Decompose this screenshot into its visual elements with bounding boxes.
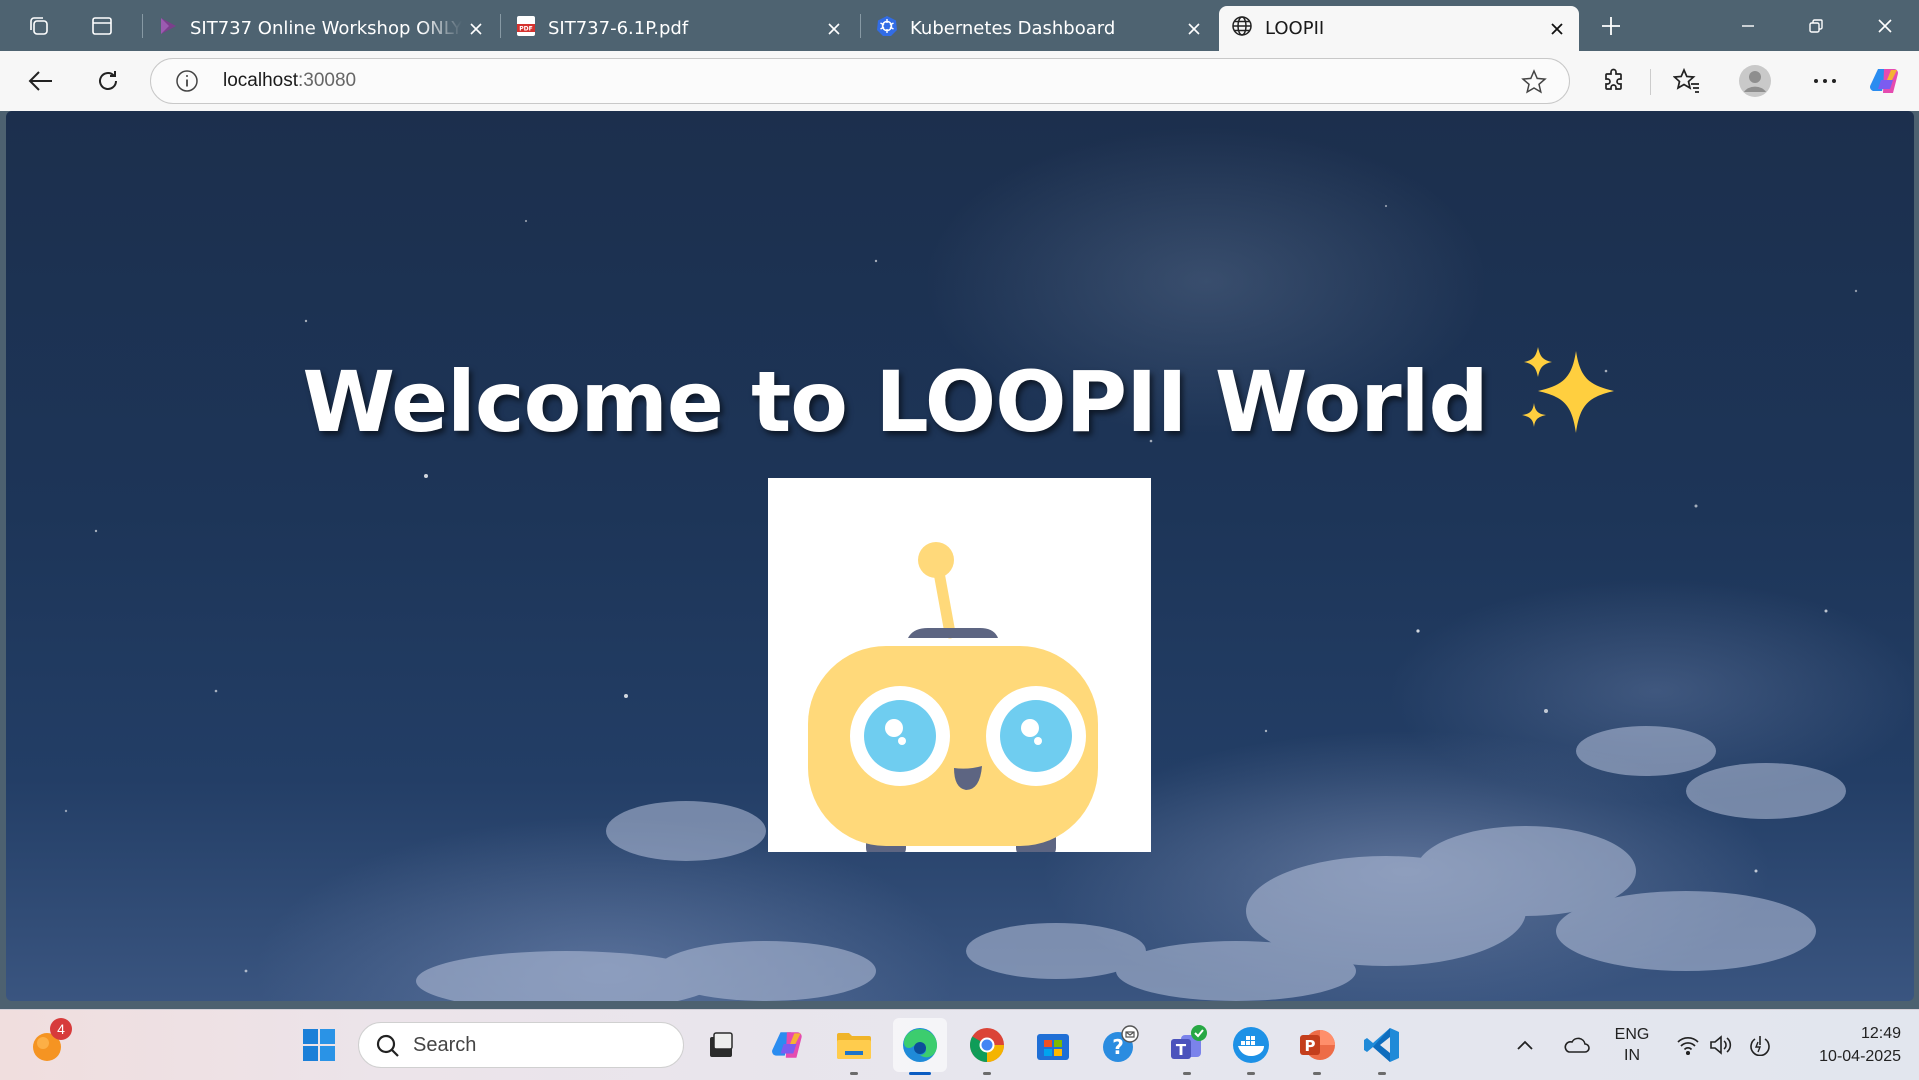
robot-mascot-icon	[808, 542, 1098, 852]
video-icon	[158, 16, 178, 41]
tab-sit737-workshop[interactable]: SIT737 Online Workshop ONLY fo	[146, 6, 498, 51]
url-host: localhost	[223, 70, 298, 91]
running-indicator	[1247, 1072, 1255, 1075]
docker-icon[interactable]	[1230, 1024, 1272, 1075]
volume-icon[interactable]	[1700, 1024, 1740, 1066]
svg-text:T: T	[1176, 1041, 1187, 1059]
mascot-image	[768, 478, 1151, 852]
svg-text:?: ?	[1112, 1035, 1124, 1059]
tab-title: SIT737-6.1P.pdf	[548, 18, 689, 39]
extensions-icon[interactable]	[1594, 61, 1634, 101]
edge-browser-icon[interactable]	[899, 1024, 941, 1075]
svg-text:P: P	[1305, 1037, 1316, 1055]
url-text: localhost:30080	[223, 70, 356, 92]
clock[interactable]: 12:49 10-04-2025	[1795, 1022, 1901, 1068]
browser-tab-bar: SIT737 Online Workshop ONLY fo PDF SIT73…	[0, 0, 1919, 51]
minimize-button[interactable]	[1714, 0, 1782, 51]
running-indicator	[850, 1072, 858, 1075]
tab-title: LOOPII	[1265, 18, 1325, 39]
svg-text:PDF: PDF	[519, 26, 532, 33]
page-viewport: Welcome to LOOPII World	[6, 111, 1914, 1001]
tab-kubernetes-dashboard[interactable]: Kubernetes Dashboard	[864, 6, 1216, 51]
site-info-icon[interactable]	[175, 69, 199, 97]
tab-loopii[interactable]: LOOPII	[1219, 6, 1579, 51]
language-code: ENG	[1614, 1026, 1650, 1043]
powerpoint-icon[interactable]: P	[1296, 1024, 1338, 1075]
address-bar[interactable]: localhost:30080	[150, 58, 1570, 104]
kubernetes-icon	[876, 15, 898, 42]
vertical-tabs-icon[interactable]	[76, 0, 127, 51]
browser-toolbar: localhost:30080	[0, 51, 1919, 111]
region-code: IN	[1624, 1047, 1640, 1064]
active-indicator	[909, 1072, 931, 1075]
sparkles-icon	[1518, 347, 1618, 457]
running-indicator	[1378, 1072, 1386, 1075]
tab-title: SIT737 Online Workshop ONLY fo	[190, 18, 462, 39]
restore-button[interactable]	[1782, 0, 1850, 51]
microsoft-store-icon[interactable]	[1032, 1024, 1074, 1066]
windows-taskbar: 4 Search ? T P ENG IN 12:49 10-04-2025	[0, 1009, 1919, 1080]
close-icon[interactable]	[1543, 15, 1571, 43]
close-icon[interactable]	[1180, 15, 1208, 43]
favorite-star-icon[interactable]	[1521, 69, 1547, 99]
search-icon	[375, 1033, 401, 1063]
task-view-icon[interactable]	[700, 1024, 742, 1066]
favorites-icon[interactable]	[1667, 61, 1707, 101]
file-explorer-icon[interactable]	[833, 1024, 875, 1075]
running-indicator	[983, 1072, 991, 1075]
close-icon[interactable]	[820, 15, 848, 43]
close-window-button[interactable]	[1851, 0, 1919, 51]
tab-title: Kubernetes Dashboard	[910, 18, 1116, 39]
quick-assist-icon[interactable]: ?	[1099, 1024, 1141, 1066]
clock-time: 12:49	[1860, 1025, 1901, 1042]
onedrive-cloud-icon[interactable]	[1556, 1024, 1596, 1066]
search-label: Search	[413, 1034, 477, 1056]
url-port: :30080	[298, 70, 357, 91]
show-hidden-icons-chevron-icon[interactable]	[1505, 1024, 1545, 1066]
back-button[interactable]	[21, 61, 61, 101]
tab-pdf[interactable]: PDF SIT737-6.1P.pdf	[504, 6, 856, 51]
running-indicator	[1183, 1072, 1191, 1075]
taskbar-search-box[interactable]: Search	[358, 1022, 684, 1068]
more-menu-icon[interactable]	[1805, 61, 1845, 101]
teams-icon[interactable]: T	[1166, 1024, 1208, 1075]
notification-badge: 4	[50, 1018, 72, 1040]
copilot-app-icon[interactable]	[768, 1024, 810, 1066]
globe-icon	[1231, 15, 1253, 42]
headline-text: Welcome to LOOPII World	[302, 353, 1488, 451]
chrome-icon[interactable]	[966, 1024, 1008, 1075]
running-indicator	[1313, 1072, 1321, 1075]
page-headline: Welcome to LOOPII World	[6, 347, 1914, 457]
pdf-icon: PDF	[516, 15, 536, 42]
battery-charging-icon[interactable]	[1740, 1024, 1780, 1066]
widgets-weather-icon[interactable]: 4	[26, 1018, 72, 1066]
vscode-icon[interactable]	[1361, 1024, 1403, 1075]
input-language-indicator[interactable]: ENG IN	[1604, 1024, 1660, 1066]
refresh-button[interactable]	[88, 61, 128, 101]
start-button[interactable]	[298, 1024, 340, 1066]
copilot-icon[interactable]	[1866, 61, 1906, 101]
close-icon[interactable]	[462, 15, 490, 43]
profile-avatar[interactable]	[1735, 61, 1775, 101]
clock-date: 10-04-2025	[1819, 1048, 1901, 1065]
workspaces-icon[interactable]	[13, 0, 64, 51]
new-tab-button[interactable]	[1585, 0, 1636, 51]
